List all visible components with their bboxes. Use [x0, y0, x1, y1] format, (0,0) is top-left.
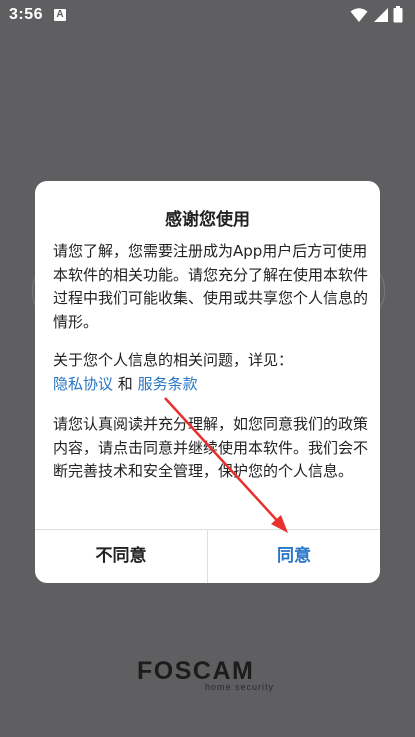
links-conjunction: 和 [113, 374, 138, 393]
foscam-logo: FOSCAM home security [137, 657, 277, 692]
dialog-title: 感谢您使用 [165, 210, 250, 230]
status-icons [350, 6, 403, 24]
logo-tagline: home security [205, 682, 275, 692]
notice-paragraph: 请您认真阅读并充分理解，如您同意我们的政策内容，请点击同意并继续使用本软件。我们… [53, 415, 369, 481]
links-prefix: 关于您个人信息的相关问题，详见： [53, 351, 294, 369]
battery-icon [393, 6, 403, 23]
status-bar: 3:56 A [0, 0, 415, 30]
notification-icon: A [54, 9, 66, 21]
agree-button[interactable]: 同意 [208, 530, 380, 583]
links-paragraph: 关于您个人信息的相关问题，详见： 隐私协议 和 服务条款 [53, 349, 368, 396]
privacy-policy-link[interactable]: 隐私协议 [53, 375, 113, 393]
consent-dialog: 感谢您使用 请您了解，您需要注册成为App用户后方可使用本软件的相关功能。请您充… [35, 181, 380, 583]
terms-of-service-link[interactable]: 服务条款 [138, 375, 198, 393]
wifi-icon [350, 8, 368, 22]
status-time: 3:56 [9, 6, 44, 23]
signal-icon [373, 7, 388, 22]
disagree-button[interactable]: 不同意 [35, 530, 207, 583]
intro-paragraph: 请您了解，您需要注册成为App用户后方可使用本软件的相关功能。请您充分了解在使用… [53, 242, 369, 331]
